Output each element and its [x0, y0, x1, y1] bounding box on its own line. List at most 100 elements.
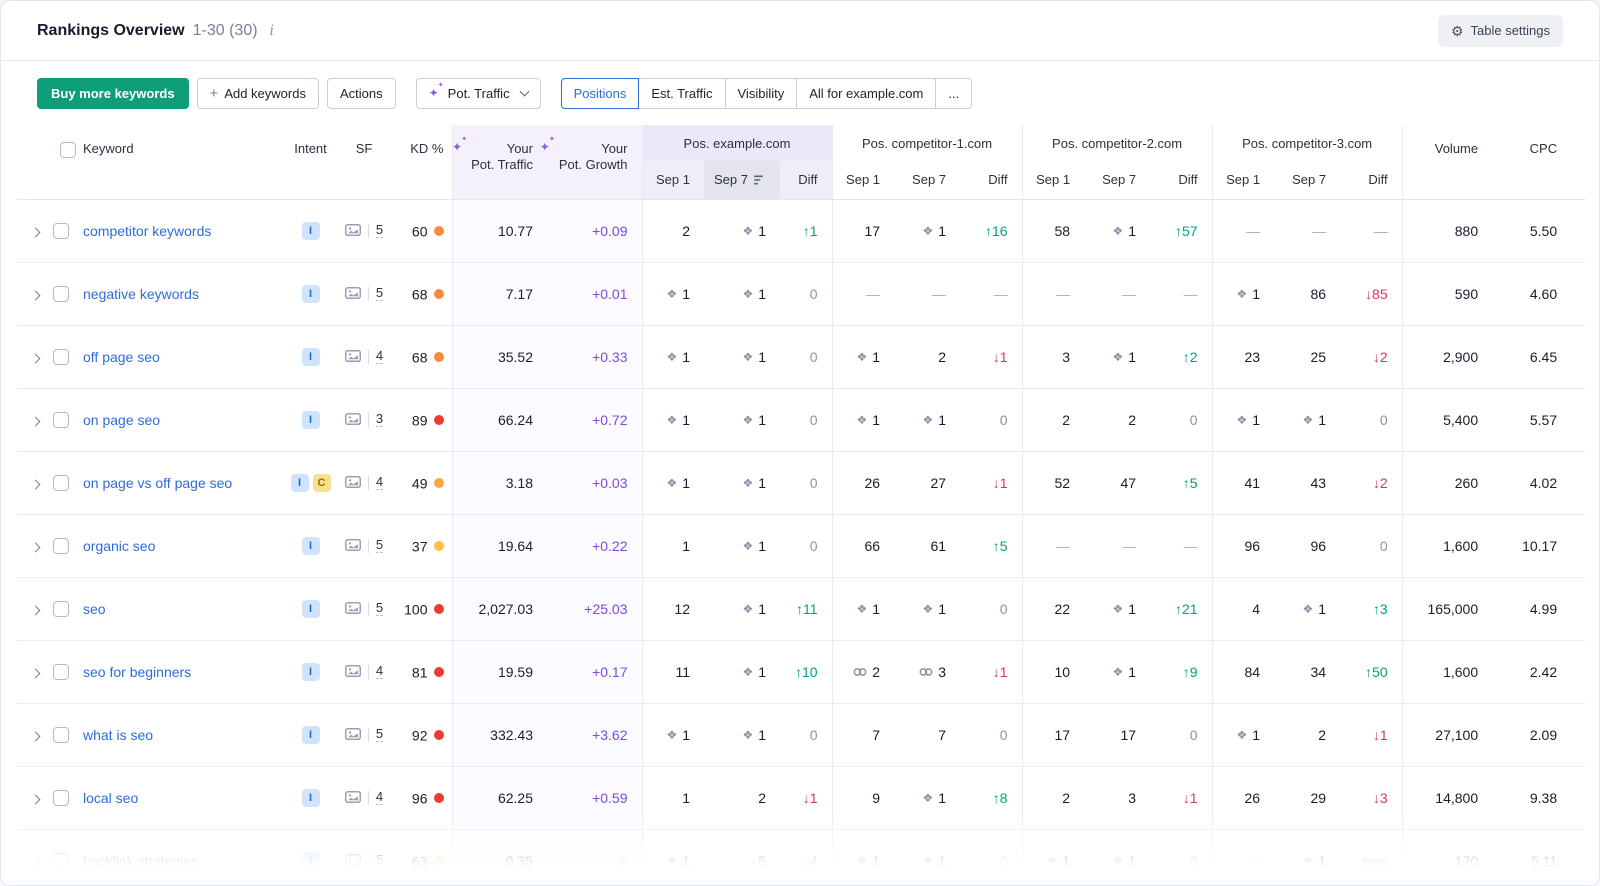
table-settings-button[interactable]: ⚙ Table settings	[1438, 15, 1563, 47]
pos-diff-cell: ↑10	[780, 640, 832, 703]
rankings-overview-panel: Rankings Overview 1-30 (30) i ⚙ Table se…	[0, 0, 1600, 886]
pos-diff-cell: ↑11	[780, 577, 832, 640]
sf-count[interactable]: 5	[376, 538, 383, 554]
expand-chevron-icon[interactable]	[30, 857, 40, 867]
col-pot-traffic[interactable]: ✦ YourPot. Traffic	[452, 125, 547, 199]
diff-none: —	[1184, 286, 1198, 302]
expand-chevron-icon[interactable]	[30, 227, 40, 237]
keyword-link[interactable]: on page vs off page seo	[83, 475, 232, 491]
tab-est-traffic[interactable]: Est. Traffic	[638, 78, 725, 109]
col-competitor1-sep7[interactable]: Sep 7	[894, 161, 960, 199]
row-checkbox[interactable]	[53, 538, 69, 554]
kd-cell: 49	[390, 451, 452, 514]
position-value: 1	[758, 475, 766, 491]
pot-growth-cell: +0.01	[547, 262, 642, 325]
col-competitor2-diff[interactable]: Diff	[1150, 161, 1212, 199]
kd-value: 92	[412, 727, 428, 743]
col-competitor2-sep7[interactable]: Sep 7	[1084, 161, 1150, 199]
keyword-link[interactable]: backlink strategies	[83, 853, 198, 869]
actions-button[interactable]: Actions	[327, 78, 396, 109]
row-checkbox[interactable]	[53, 664, 69, 680]
serp-feature-diamond-icon: ❖	[742, 603, 753, 615]
pos-diff-cell: ↑57	[1150, 199, 1212, 262]
keyword-link[interactable]: local seo	[83, 790, 138, 806]
row-checkbox[interactable]	[53, 853, 69, 869]
sf-count[interactable]: 5	[376, 601, 383, 617]
expand-chevron-icon[interactable]	[30, 353, 40, 363]
sf-count[interactable]: 3	[376, 412, 383, 428]
sf-count[interactable]: 5	[376, 286, 383, 302]
row-checkbox[interactable]	[53, 790, 69, 806]
sf-count[interactable]: 4	[376, 664, 383, 680]
col-example-sep7-sorted[interactable]: Sep 7	[704, 161, 780, 199]
keyword-link[interactable]: negative keywords	[83, 286, 199, 302]
keyword-link[interactable]: off page seo	[83, 349, 160, 365]
expand-chevron-icon[interactable]	[30, 794, 40, 804]
keyword-link[interactable]: seo	[83, 601, 106, 617]
row-checkbox[interactable]	[53, 286, 69, 302]
col-example-diff[interactable]: Diff	[780, 161, 832, 199]
row-checkbox[interactable]	[53, 727, 69, 743]
serp-features-icon	[345, 223, 361, 239]
row-checkbox[interactable]	[53, 223, 69, 239]
keyword-link[interactable]: what is seo	[83, 727, 153, 743]
pos-diff-cell: new	[1340, 829, 1402, 886]
sf-count[interactable]: 4	[376, 349, 383, 365]
pos-sep7-cell: ❖1	[704, 514, 780, 577]
position-value: 1	[938, 412, 946, 428]
pos-diff-cell: —	[1340, 199, 1402, 262]
row-checkbox[interactable]	[53, 475, 69, 491]
expand-chevron-icon[interactable]	[30, 542, 40, 552]
col-competitor1-diff[interactable]: Diff	[960, 161, 1022, 199]
pos-diff-cell: 0	[960, 577, 1022, 640]
volume-cell: 14,800	[1402, 766, 1492, 829]
expand-chevron-icon[interactable]	[30, 605, 40, 615]
pos-sep1-cell: 17	[832, 199, 894, 262]
col-pot-growth[interactable]: ✦ YourPot. Growth	[547, 125, 642, 199]
keyword-link[interactable]: competitor keywords	[83, 223, 211, 239]
col-competitor3-sep1[interactable]: Sep 1	[1212, 161, 1274, 199]
col-competitor3-diff[interactable]: Diff	[1340, 161, 1402, 199]
volume-cell: 1,600	[1402, 514, 1492, 577]
pos-sep1-cell: 2	[1022, 388, 1084, 451]
tab-visibility[interactable]: Visibility	[725, 78, 798, 109]
expand-chevron-icon[interactable]	[30, 416, 40, 426]
row-checkbox[interactable]	[53, 349, 69, 365]
position-value: 1	[1128, 349, 1136, 365]
tab-positions[interactable]: Positions	[561, 78, 640, 109]
sf-count[interactable]: 4	[376, 790, 383, 806]
keyword-link[interactable]: organic seo	[83, 538, 155, 554]
row-checkbox[interactable]	[53, 601, 69, 617]
add-keywords-button[interactable]: + Add keywords	[197, 78, 319, 109]
sf-count[interactable]: 5	[376, 727, 383, 743]
info-icon[interactable]: i	[270, 23, 274, 39]
col-competitor1-sep1[interactable]: Sep 1	[832, 161, 894, 199]
expand-chevron-icon[interactable]	[30, 668, 40, 678]
sf-count[interactable]: 5	[376, 223, 383, 239]
expand-chevron-icon[interactable]	[30, 479, 40, 489]
keyword-link[interactable]: seo for beginners	[83, 664, 191, 680]
position-value: 1	[682, 349, 690, 365]
col-volume[interactable]: Volume	[1402, 125, 1492, 199]
expand-chevron-icon[interactable]	[30, 290, 40, 300]
select-all-checkbox[interactable]	[60, 142, 76, 158]
sf-count[interactable]: 4	[376, 475, 383, 491]
col-competitor3-sep7[interactable]: Sep 7	[1274, 161, 1340, 199]
buy-more-keywords-button[interactable]: Buy more keywords	[37, 78, 189, 109]
tab-all-for-example[interactable]: All for example.com	[796, 78, 936, 109]
kd-dot	[434, 478, 444, 488]
metric-dropdown[interactable]: ✦ Pot. Traffic	[416, 78, 541, 109]
expand-cell	[17, 199, 53, 262]
col-competitor2-sep1[interactable]: Sep 1	[1022, 161, 1084, 199]
row-checkbox[interactable]	[53, 412, 69, 428]
col-example-sep1[interactable]: Sep 1	[642, 161, 704, 199]
tab-more[interactable]: ...	[935, 78, 972, 109]
col-cpc[interactable]: CPC	[1492, 125, 1585, 199]
table-settings-label: Table settings	[1471, 23, 1551, 38]
sf-count[interactable]: 5	[376, 853, 383, 869]
pot-growth-cell: +0.03	[547, 451, 642, 514]
expand-chevron-icon[interactable]	[30, 731, 40, 741]
keyword-link[interactable]: on page seo	[83, 412, 160, 428]
table-row: on page seoI38966.24+0.72❖1❖10❖1❖10220❖1…	[17, 388, 1585, 451]
diff-up: ↑10	[795, 664, 818, 680]
